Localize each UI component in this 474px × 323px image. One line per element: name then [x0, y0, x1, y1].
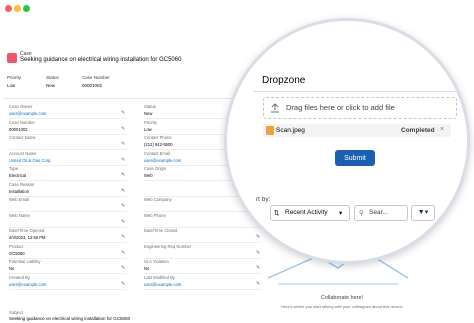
file-status: Completed: [401, 127, 435, 134]
header-field-label: Case Number: [82, 75, 110, 80]
file-name: Scan.jpeg: [276, 127, 305, 134]
detail-field-label: Contact Name: [9, 135, 36, 140]
header-field-case-number: Case Number 00001002: [82, 75, 110, 88]
detail-field: Case Reason Installation: [9, 181, 127, 197]
collaborate-title: Collaborate here!: [320, 295, 364, 301]
detail-field-value: 00001002: [9, 126, 28, 132]
detail-field-label: Web Email: [9, 197, 30, 202]
detail-field-label: Potential Liability: [9, 259, 41, 264]
detail-field-value: GC5060: [9, 250, 25, 256]
edit-pencil-icon[interactable]: ✎: [121, 234, 125, 240]
detail-field-value: No: [144, 266, 150, 271]
header-field-value: New: [46, 83, 56, 88]
maximize-window-button[interactable]: [23, 5, 30, 12]
detail-field: Potential Liability No: [9, 259, 127, 274]
filter-button[interactable]: ▼▾: [411, 205, 435, 221]
feed-search-input[interactable]: ⚲ Sear...: [354, 205, 408, 221]
dropzone-title: Dropzone: [262, 75, 306, 86]
collaborate-subtitle: Here's where you start talking with your…: [281, 304, 403, 309]
detail-field-value[interactable]: user@example.com: [9, 282, 109, 287]
edit-pencil-icon[interactable]: ✎: [121, 172, 125, 178]
filter-icon: ▼▾: [417, 209, 429, 216]
detail-field: Account Name United Oil & Gas Corp.: [9, 150, 127, 166]
edit-pencil-icon[interactable]: ✎: [121, 281, 125, 287]
edit-pencil-icon[interactable]: ✎: [121, 250, 125, 256]
detail-field-value: Electrical: [9, 173, 26, 178]
detail-field-value[interactable]: user@example.com: [144, 282, 244, 287]
close-window-button[interactable]: [5, 5, 12, 12]
detail-field-label: Case Number: [9, 119, 35, 125]
detail-field: Contact Name: [9, 135, 127, 150]
submit-button[interactable]: Submit: [335, 150, 375, 166]
detail-field-label: Case Owner: [9, 104, 33, 109]
detail-field-label: Date/Time Opened: [9, 228, 45, 233]
minimize-window-button[interactable]: [14, 5, 21, 12]
detail-field-label: Type: [9, 166, 19, 171]
detail-field-value: 4/3/2023, 12:50 PM: [9, 235, 46, 240]
uploaded-file-row: Scan.jpeg Completed ×: [263, 124, 451, 137]
header-field-label: Priority: [7, 75, 22, 80]
edit-pencil-icon[interactable]: ✎: [121, 126, 125, 132]
detail-field: Product GC5060: [9, 243, 127, 259]
header-field-label: Status: [46, 75, 59, 80]
edit-pencil-icon[interactable]: ✎: [121, 110, 125, 116]
detail-field-label: Created By: [9, 274, 30, 280]
detail-field-value: No: [9, 266, 15, 271]
image-file-icon: [266, 126, 274, 135]
case-header: Case Seeking guidance on electrical wiri…: [4, 48, 252, 94]
sort-by-label: rt by:: [256, 196, 271, 203]
detail-field-label: Account Name: [9, 150, 37, 156]
header-field-value: Low: [7, 83, 16, 88]
edit-pencil-icon[interactable]: ✎: [121, 203, 125, 209]
field-underline: [9, 288, 127, 290]
detail-field-value[interactable]: United Oil & Gas Corp.: [9, 158, 109, 163]
detail-field: Last Modified By user@example.com: [144, 274, 262, 290]
sort-select[interactable]: ⇅ Recent Activity ▾: [270, 205, 350, 221]
window-titlebar: [0, 0, 474, 20]
chevron-down-icon: ▾: [339, 210, 343, 217]
field-underline: [144, 288, 262, 290]
edit-pencil-icon[interactable]: ✎: [121, 157, 125, 163]
edit-pencil-icon[interactable]: ✎: [121, 265, 125, 271]
case-title: Seeking guidance on electrical wiring in…: [20, 57, 182, 63]
edit-pencil-icon[interactable]: ✎: [121, 219, 125, 225]
detail-field: Case Number 00001002: [9, 119, 127, 135]
upload-icon: [271, 103, 279, 113]
detail-field: Created By user@example.com: [9, 274, 127, 290]
header-divider: [4, 98, 264, 99]
detail-field: Web Name: [9, 212, 127, 228]
detail-field: Web Email: [9, 197, 127, 212]
detail-field-label: Last Modified By: [144, 274, 175, 280]
case-icon: [7, 53, 17, 63]
edit-pencil-icon[interactable]: ✎: [121, 188, 125, 194]
file-drop-area[interactable]: Drag files here or click to add file: [263, 97, 457, 119]
detail-field: Date/Time Opened 4/3/2023, 12:50 PM: [9, 228, 127, 243]
detail-field-value: Installation: [9, 188, 30, 194]
detail-field: Type Electrical: [9, 166, 127, 181]
remove-file-icon[interactable]: ×: [440, 126, 444, 133]
subject-label: Subject: [9, 310, 23, 315]
header-field-priority: Priority Low: [7, 75, 21, 88]
header-field-value: 00001002: [82, 83, 103, 88]
detail-field-value[interactable]: user@example.com: [9, 111, 109, 116]
sort-icon: ⇅: [274, 210, 280, 217]
search-icon: ⚲: [359, 210, 364, 217]
zoom-lens: Dropzone Drag files here or click to add…: [224, 18, 470, 264]
detail-field-label: Case Reason: [9, 181, 35, 187]
detail-field-label: Product: [9, 243, 24, 249]
sort-value: Recent Activity: [285, 209, 328, 216]
drop-instructions: Drag files here or click to add file: [286, 103, 395, 112]
subject-value: Seeking guidance on electrical wiring in…: [9, 316, 131, 321]
detail-field: Case Owner user@example.com: [9, 104, 127, 119]
app-window: Case Seeking guidance on electrical wiri…: [0, 0, 474, 323]
dropzone-divider: [253, 91, 463, 92]
header-field-status: Status New: [46, 75, 59, 88]
edit-pencil-icon[interactable]: ✎: [121, 141, 125, 147]
search-placeholder: Sear...: [369, 209, 388, 216]
detail-field-label: Web Name: [9, 212, 30, 218]
